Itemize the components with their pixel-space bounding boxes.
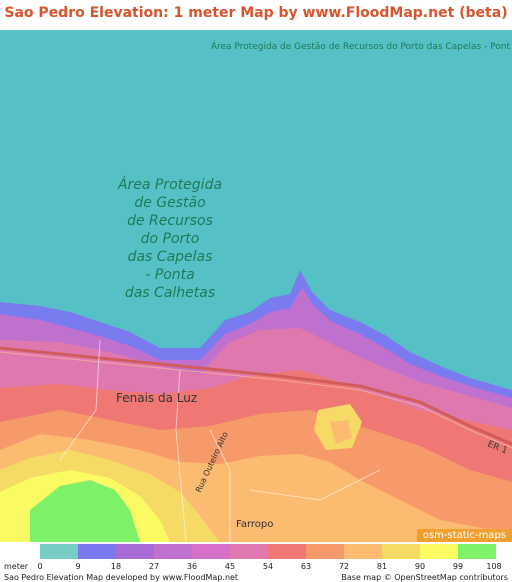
legend-tick: 99 xyxy=(452,562,464,571)
legend-swatch xyxy=(458,544,496,559)
legend-swatch xyxy=(344,544,382,559)
protected-area-label-line: de Gestão xyxy=(134,195,206,211)
legend-tick: 108 xyxy=(486,562,502,571)
legend-swatch xyxy=(306,544,344,559)
footer-credit: Sao Pedro Elevation Map developed by www… xyxy=(4,573,239,582)
legend-swatch xyxy=(192,544,230,559)
page-title: Sao Pedro Elevation: 1 meter Map by www.… xyxy=(4,5,508,21)
legend-tick: 27 xyxy=(148,562,160,571)
place-label-fenais: Fenais da Luz xyxy=(116,391,198,405)
legend-tick: 54 xyxy=(262,562,274,571)
legend-tick: 9 xyxy=(75,562,81,571)
legend-tick: 18 xyxy=(110,562,122,571)
elevation-map[interactable]: Área Protegida de Gestão de Recursos do … xyxy=(0,30,512,542)
title-bar: Sao Pedro Elevation: 1 meter Map by www.… xyxy=(0,0,512,30)
legend-tick: 81 xyxy=(376,562,388,571)
legend-tick: 45 xyxy=(224,562,236,571)
protected-area-label-line: Área Protegida xyxy=(117,177,223,193)
elevation-legend: meter 0 9 18 27 36 45 54 63 72 81 90 99 … xyxy=(0,542,512,582)
protected-area-label-line: das Calhetas xyxy=(124,285,216,301)
protected-area-label-line: do Porto xyxy=(140,231,200,247)
legend-swatch xyxy=(382,544,420,559)
legend-swatch xyxy=(78,544,116,559)
protected-area-label-line: - Ponta xyxy=(145,267,195,283)
protected-area-label: Área Protegida de Gestão de Recursos do … xyxy=(100,176,240,302)
legend-tick: 63 xyxy=(300,562,312,571)
legend-swatch xyxy=(116,544,154,559)
legend-tick: 90 xyxy=(414,562,426,571)
legend-swatch xyxy=(268,544,306,559)
protected-area-label-line: de Recursos xyxy=(127,213,213,229)
legend-color-bar xyxy=(40,544,496,559)
place-label-farropo: Farropo xyxy=(236,519,274,530)
legend-tick: 72 xyxy=(338,562,350,571)
protected-area-label-line: das Capelas xyxy=(127,249,213,265)
protected-area-label-top: Área Protegida de Gestão de Recursos do … xyxy=(210,42,510,52)
legend-swatch xyxy=(420,544,458,559)
legend-tick: 0 xyxy=(37,562,43,571)
legend-tick: 36 xyxy=(186,562,198,571)
elevation-map-canvas xyxy=(0,30,512,542)
tile-attribution-badge: osm-static-maps xyxy=(416,529,512,542)
legend-swatch xyxy=(230,544,268,559)
footer-basemap-credit: Base map © OpenStreetMap contributors xyxy=(341,573,508,582)
legend-swatch xyxy=(40,544,78,559)
legend-swatch xyxy=(154,544,192,559)
